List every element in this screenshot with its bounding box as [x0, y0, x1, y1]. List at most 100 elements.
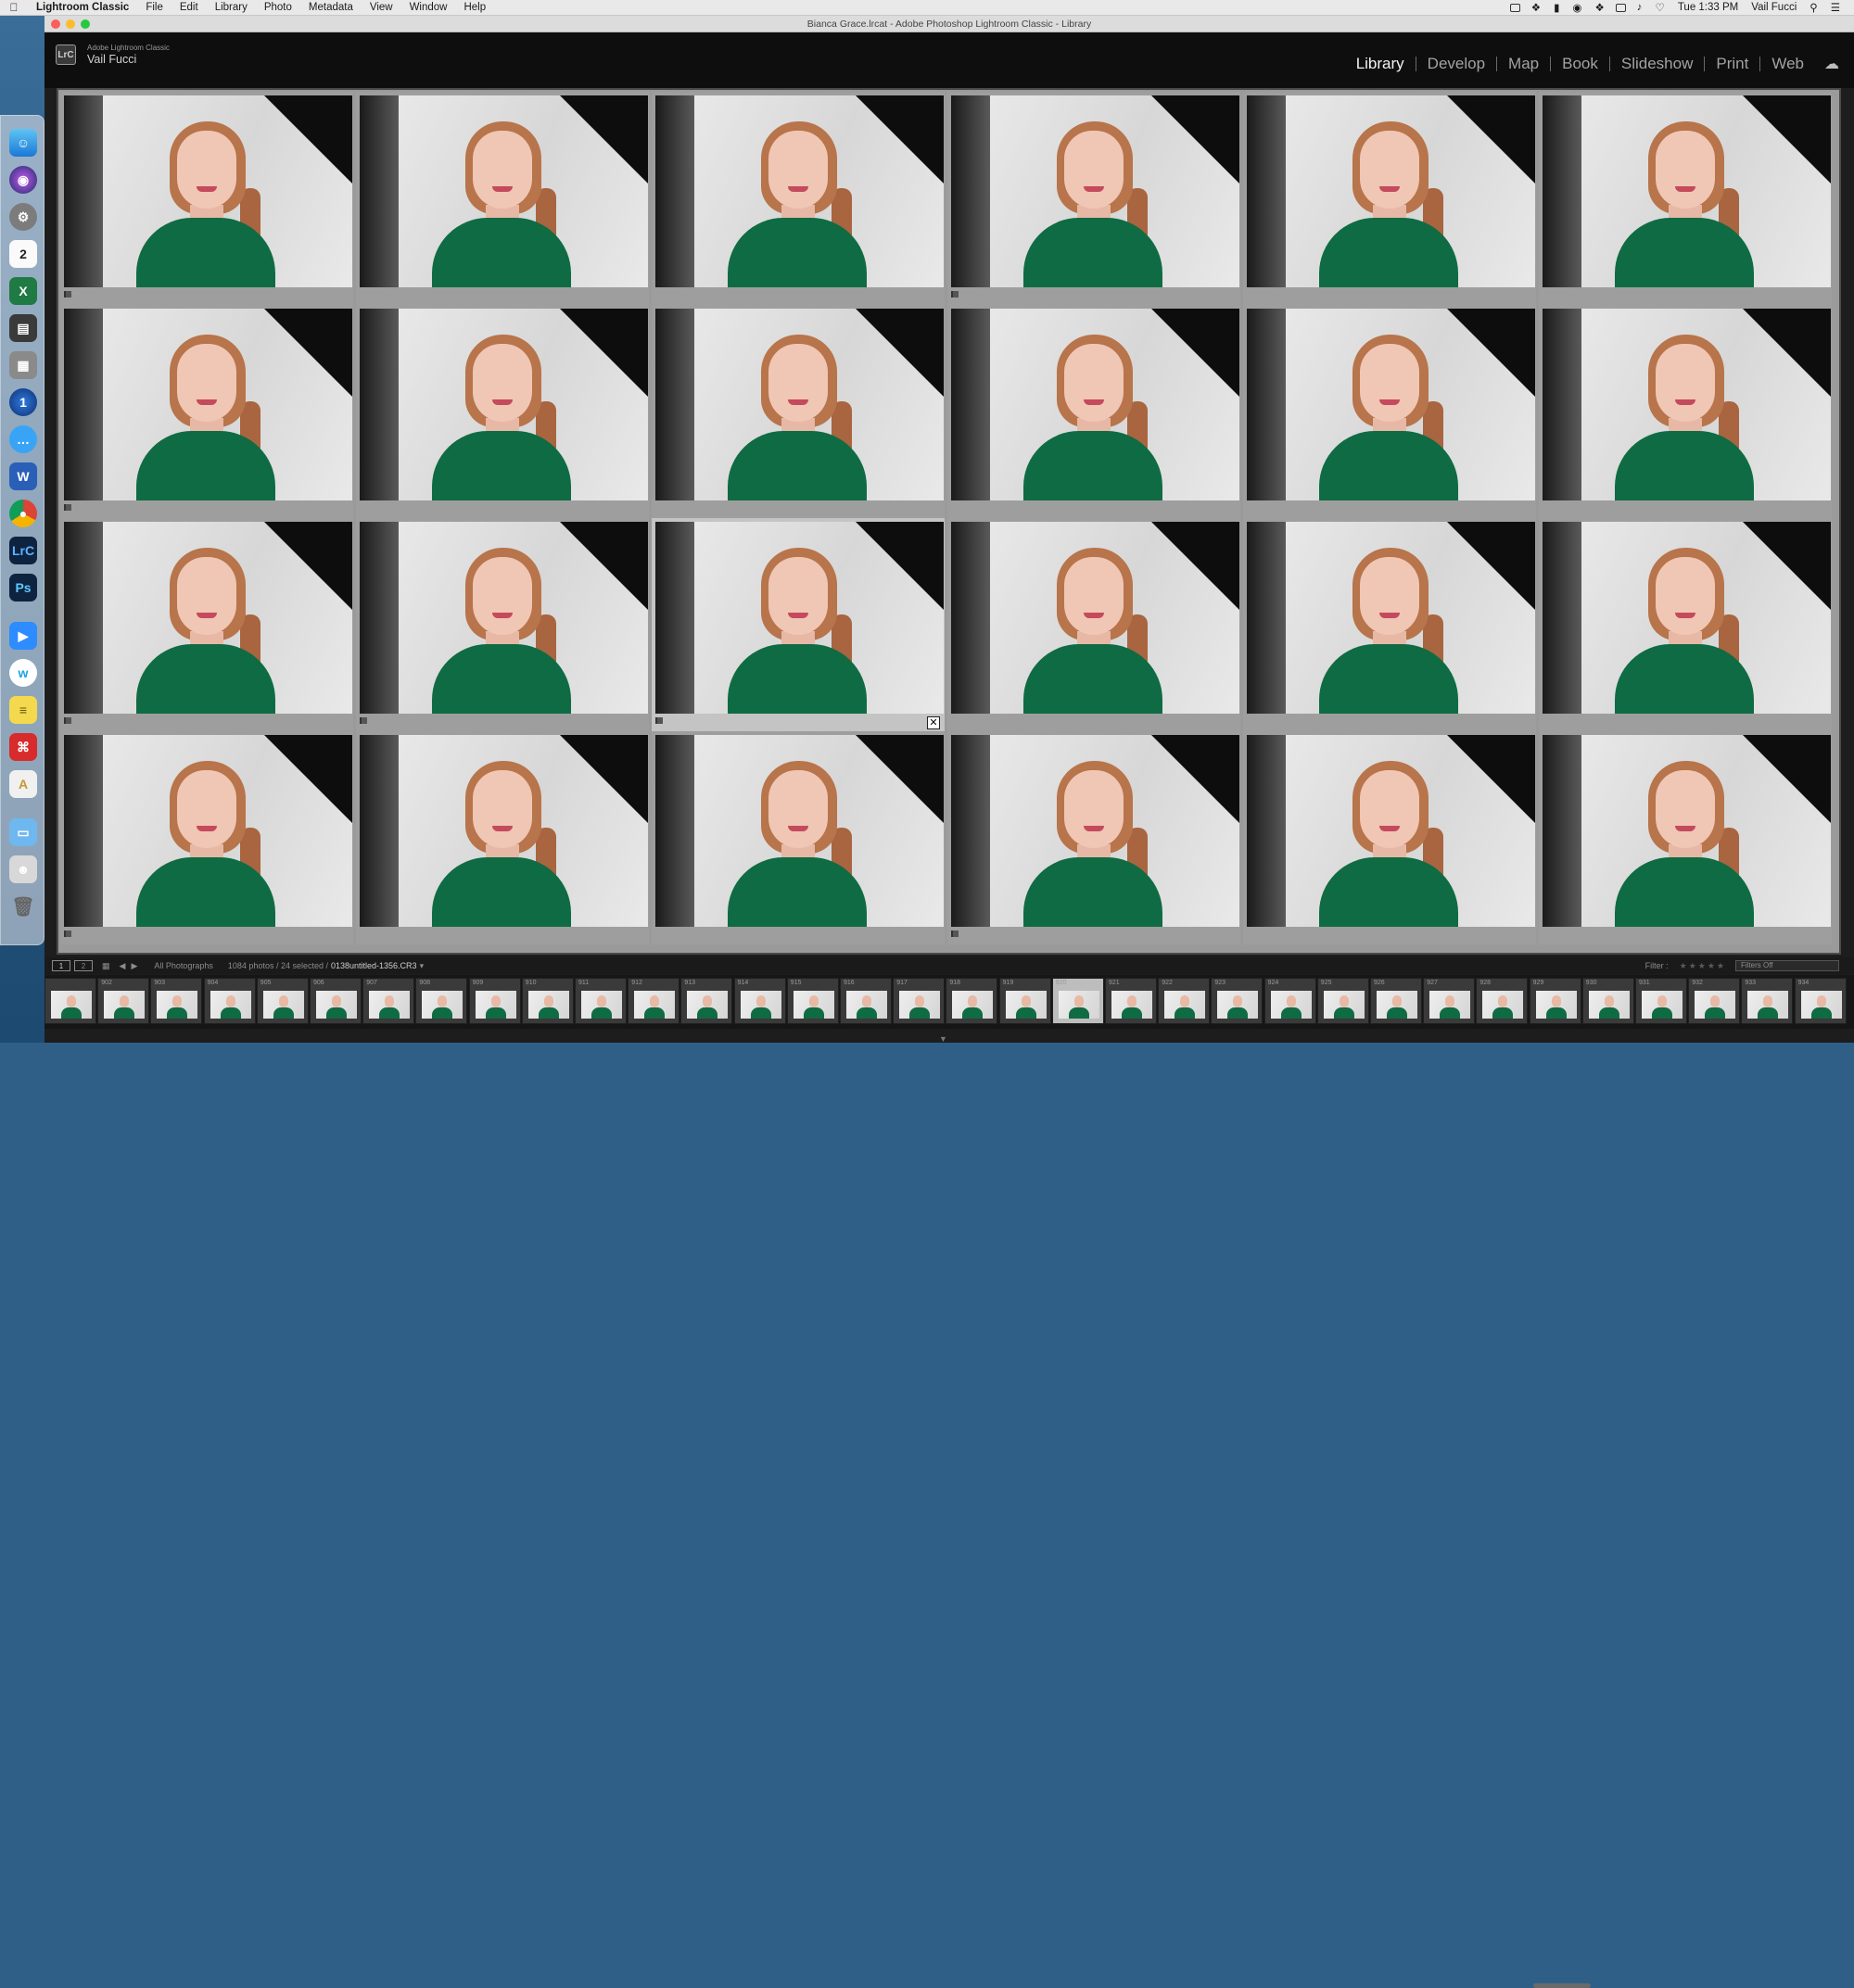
- apple-menu-icon[interactable]: : [0, 1, 28, 14]
- wifi-icon[interactable]: ♡: [1649, 1, 1671, 14]
- filmstrip-thumbnail[interactable]: 906: [310, 978, 362, 1024]
- portrait-thumbnail[interactable]: [64, 522, 352, 714]
- portrait-thumbnail[interactable]: [1543, 95, 1831, 287]
- grid-cell[interactable]: [652, 92, 945, 305]
- cloud-sync-icon[interactable]: ☁: [1824, 55, 1839, 73]
- 1password-icon[interactable]: 1: [9, 388, 37, 416]
- system-preferences-icon[interactable]: ⚙: [9, 203, 37, 231]
- grid-cell[interactable]: [947, 92, 1240, 305]
- portrait-thumbnail[interactable]: [1543, 735, 1831, 927]
- battery-icon[interactable]: ▮: [1547, 1, 1566, 14]
- filmstrip-thumbnail[interactable]: 902: [97, 978, 150, 1024]
- excel-icon[interactable]: X: [9, 277, 37, 305]
- filmstrip-thumbnail[interactable]: 903: [150, 978, 203, 1024]
- portrait-thumbnail[interactable]: [1247, 522, 1535, 714]
- menu-library[interactable]: Library: [207, 2, 256, 13]
- main-window-button[interactable]: 1: [52, 960, 70, 971]
- flag-icon[interactable]: [360, 717, 367, 724]
- menu-help[interactable]: Help: [455, 2, 494, 13]
- keyboard-icon[interactable]: [1615, 3, 1626, 12]
- grid-cell[interactable]: [356, 518, 649, 731]
- source-label[interactable]: All Photographs: [154, 961, 213, 970]
- bluetooth-icon[interactable]: ❖: [1588, 1, 1610, 14]
- module-slideshow[interactable]: Slideshow: [1608, 56, 1705, 71]
- messages-icon[interactable]: …: [9, 425, 37, 453]
- grid-cell[interactable]: [652, 518, 945, 731]
- display-icon[interactable]: [1509, 3, 1520, 12]
- portrait-thumbnail[interactable]: [360, 309, 648, 500]
- grid-cell[interactable]: [60, 518, 353, 731]
- portrait-thumbnail[interactable]: [1247, 95, 1535, 287]
- filmstrip-thumbnail[interactable]: 919: [998, 978, 1051, 1024]
- calendar-icon[interactable]: 2: [9, 240, 37, 268]
- module-print[interactable]: Print: [1704, 56, 1759, 71]
- filmstrip-thumbnail[interactable]: 932: [1688, 978, 1741, 1024]
- portrait-thumbnail[interactable]: [360, 735, 648, 927]
- grid-cell[interactable]: [1539, 731, 1832, 944]
- filmstrip-scrollbar[interactable]: [1533, 1983, 1591, 1988]
- portrait-thumbnail[interactable]: [64, 95, 352, 287]
- module-library[interactable]: Library: [1345, 56, 1416, 71]
- menu-clock[interactable]: Tue 1:33 PM: [1671, 2, 1745, 13]
- forward-arrow-icon[interactable]: ▶: [131, 961, 137, 971]
- finder-icon[interactable]: ☺: [9, 129, 37, 157]
- module-web[interactable]: Web: [1759, 56, 1815, 71]
- portrait-thumbnail[interactable]: [655, 735, 944, 927]
- portrait-thumbnail[interactable]: [1543, 522, 1831, 714]
- grid-cell[interactable]: [60, 731, 353, 944]
- filter-preset-select[interactable]: Filters Off: [1735, 960, 1839, 971]
- zoom-window-icon[interactable]: [81, 19, 90, 29]
- filmstrip-thumbnail[interactable]: 928: [1476, 978, 1529, 1024]
- grid-cell[interactable]: [60, 92, 353, 305]
- close-window-icon[interactable]: [51, 19, 60, 29]
- portrait-thumbnail[interactable]: [1247, 309, 1535, 500]
- filmstrip-thumbnail[interactable]: 923: [1211, 978, 1264, 1024]
- grid-cell[interactable]: [652, 305, 945, 518]
- filmstrip-thumbnail[interactable]: 929: [1529, 978, 1581, 1024]
- stickies-icon[interactable]: ≡: [9, 696, 37, 724]
- filmstrip-thumbnail[interactable]: 933: [1741, 978, 1794, 1024]
- grid-cell[interactable]: [1539, 518, 1832, 731]
- filmstrip-thumbnail[interactable]: 910: [521, 978, 574, 1024]
- filmstrip-thumbnail[interactable]: 911: [575, 978, 627, 1024]
- portrait-thumbnail[interactable]: [1247, 735, 1535, 927]
- filmstrip-thumbnail[interactable]: 926: [1370, 978, 1422, 1024]
- grid-cell[interactable]: [60, 305, 353, 518]
- back-arrow-icon[interactable]: ◀: [120, 961, 126, 971]
- word-icon[interactable]: W: [9, 462, 37, 490]
- filmstrip-thumbnail[interactable]: 927: [1423, 978, 1476, 1024]
- folder-icon[interactable]: ▭: [9, 818, 37, 846]
- module-develop[interactable]: Develop: [1415, 56, 1496, 71]
- filmstrip-thumbnail[interactable]: 918: [946, 978, 998, 1024]
- portrait-thumbnail[interactable]: [951, 735, 1239, 927]
- sound-icon[interactable]: ♪: [1631, 2, 1649, 13]
- filmstrip-thumbnail[interactable]: 912: [628, 978, 680, 1024]
- filmstrip-thumbnail[interactable]: 908: [415, 978, 468, 1024]
- chrome-icon[interactable]: ●: [9, 500, 37, 527]
- grid-cell[interactable]: [1539, 92, 1832, 305]
- portrait-thumbnail[interactable]: [951, 522, 1239, 714]
- calculator-icon[interactable]: ▦: [9, 351, 37, 379]
- grid-cell[interactable]: [947, 305, 1240, 518]
- portrait-thumbnail[interactable]: [1543, 309, 1831, 500]
- grid-cell[interactable]: [356, 305, 649, 518]
- filmstrip-thumbnail[interactable]: 917: [893, 978, 946, 1024]
- filmstrip-thumbnail[interactable]: 909: [468, 978, 521, 1024]
- grid-cell[interactable]: [356, 92, 649, 305]
- filmstrip-thumbnail[interactable]: 931: [1635, 978, 1687, 1024]
- module-map[interactable]: Map: [1496, 56, 1550, 71]
- filmstrip-thumbnail[interactable]: 904: [203, 978, 256, 1024]
- grid-cell[interactable]: [1243, 305, 1536, 518]
- flag-icon[interactable]: [64, 504, 71, 511]
- module-book[interactable]: Book: [1550, 56, 1609, 71]
- textedit-icon[interactable]: A: [9, 770, 37, 798]
- webex-icon[interactable]: w: [9, 659, 37, 687]
- flag-icon[interactable]: [951, 291, 959, 298]
- filmstrip-thumbnail[interactable]: 916: [840, 978, 892, 1024]
- menu-app-name[interactable]: Lightroom Classic: [28, 2, 137, 13]
- portrait-thumbnail[interactable]: [655, 309, 944, 500]
- menu-photo[interactable]: Photo: [256, 2, 300, 13]
- filmstrip-thumbnail[interactable]: 920: [1051, 978, 1104, 1024]
- siri-icon[interactable]: ◉: [9, 166, 37, 194]
- flag-icon[interactable]: [64, 931, 71, 937]
